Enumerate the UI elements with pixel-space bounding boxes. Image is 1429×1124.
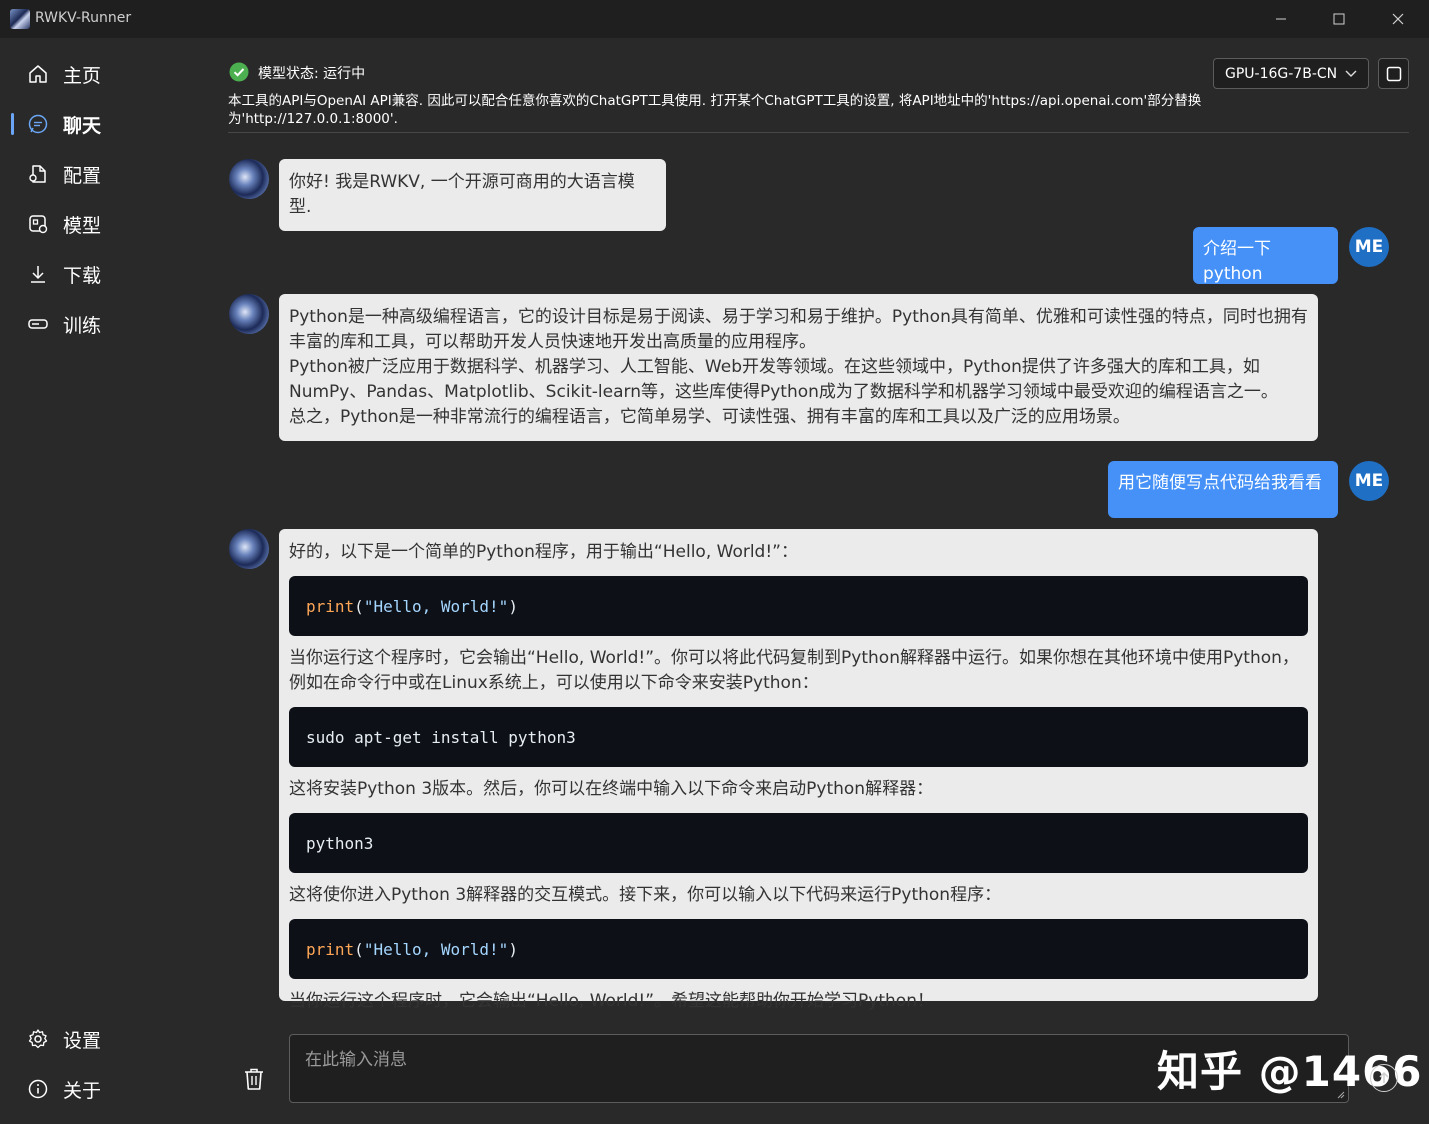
code-block: python3 [289, 813, 1308, 873]
sidebar-item-label: 配置 [63, 164, 102, 187]
message-paragraph: 总之，Python是一种非常流行的编程语言，它简单易学、可读性强、拥有丰富的库和… [289, 407, 1130, 427]
gear-icon [26, 1027, 50, 1051]
chat-icon [26, 112, 50, 136]
square-icon [1386, 66, 1401, 81]
message-paragraph: 这将安装Python 3版本。然后，你可以在终端中输入以下命令来启动Python… [289, 779, 934, 799]
code-line: python3 [306, 833, 374, 853]
sidebar-item-label: 设置 [63, 1029, 102, 1052]
ai-message: Python是一种高级编程语言，它的设计目标是易于阅读、易于学习和易于维护。Py… [279, 294, 1318, 441]
code-token-punct: ) [508, 939, 518, 959]
header-divider [228, 132, 1409, 133]
message-text: 介绍一下python [1203, 239, 1271, 284]
train-icon [26, 312, 50, 336]
arrow-up-icon [1379, 1071, 1389, 1083]
message-paragraph: Python是一种高级编程语言，它的设计目标是易于阅读、易于学习和易于维护。Py… [289, 307, 1308, 352]
api-compat-note: 本工具的API与OpenAI API兼容. 因此可以配合任意你喜欢的ChatGP… [228, 93, 1202, 127]
send-button[interactable] [1370, 1064, 1398, 1092]
sidebar-item-train[interactable]: 训练 [26, 308, 206, 340]
message-paragraph: Python被广泛应用于数据科学、机器学习、人工智能、Web开发等领域。在这些领… [289, 357, 1278, 402]
clear-chat-button[interactable] [240, 1064, 268, 1094]
message-paragraph: 当你运行这个程序时，它会输出“Hello, World!”。希望这能帮助你开始学… [289, 991, 934, 1011]
user-avatar: ME [1349, 227, 1389, 267]
code-token-punct: ( [354, 939, 364, 959]
sidebar-item-label: 主页 [63, 64, 102, 87]
code-line: sudo apt-get install python3 [306, 727, 576, 747]
message-text: 用它随便写点代码给我看看 [1118, 473, 1322, 493]
message-text: 你好! 我是RWKV, 一个开源可商用的大语言模型. [289, 172, 635, 217]
sidebar-item-label: 聊天 [63, 114, 102, 137]
code-token-punct: ) [508, 596, 518, 616]
code-block: print("Hello, World!") [289, 576, 1308, 636]
code-token-function: print [306, 939, 355, 959]
user-message: 介绍一下python [1193, 227, 1338, 284]
ai-message: 你好! 我是RWKV, 一个开源可商用的大语言模型. [279, 159, 666, 231]
info-icon [26, 1077, 50, 1101]
config-icon [26, 162, 50, 186]
code-block: print("Hello, World!") [289, 919, 1308, 979]
sidebar-item-chat[interactable]: 聊天 [26, 108, 206, 140]
app-logo-icon [10, 9, 30, 29]
user-message: 用它随便写点代码给我看看 [1108, 461, 1338, 518]
code-token-string: "Hello, World!" [363, 596, 509, 616]
maximize-icon [1333, 13, 1345, 25]
sidebar-item-label: 关于 [63, 1079, 102, 1102]
sidebar-item-label: 下载 [63, 264, 102, 287]
sidebar-item-settings[interactable]: 设置 [26, 1023, 206, 1055]
download-icon [26, 262, 50, 286]
sidebar-item-model[interactable]: 模型 [26, 208, 206, 240]
close-button[interactable] [1369, 0, 1427, 38]
trash-icon [245, 1068, 263, 1090]
ai-avatar [229, 159, 269, 199]
message-paragraph: 当你运行这个程序时，它会输出“Hello, World!”。你可以将此代码复制到… [289, 648, 1299, 693]
dropdown-selected-value: GPU-16G-7B-CN [1225, 65, 1338, 82]
sidebar-item-home[interactable]: 主页 [26, 58, 206, 90]
code-block: sudo apt-get install python3 [289, 707, 1308, 767]
message-paragraph: 这将使你进入Python 3解释器的交互模式。接下来，你可以输入以下代码来运行P… [289, 885, 1002, 905]
ai-avatar [229, 294, 269, 334]
minimize-icon [1276, 18, 1286, 20]
code-token-punct: ( [354, 596, 364, 616]
sidebar-item-download[interactable]: 下载 [26, 258, 206, 290]
code-token-string: "Hello, World!" [363, 939, 509, 959]
title-bar: RWKV-Runner [0, 0, 1429, 38]
code-token-function: print [306, 596, 355, 616]
toggle-button[interactable] [1378, 58, 1409, 89]
message-paragraph: 好的，以下是一个简单的Python程序，用于输出“Hello, World!”： [289, 542, 798, 562]
sidebar-item-about[interactable]: 关于 [26, 1073, 206, 1105]
sidebar-item-label: 模型 [63, 214, 102, 237]
model-icon [26, 212, 50, 236]
sidebar-item-label: 训练 [63, 314, 102, 337]
ai-avatar [229, 529, 269, 569]
maximize-button[interactable] [1310, 0, 1368, 38]
ai-message: 好的，以下是一个简单的Python程序，用于输出“Hello, World!”：… [279, 529, 1318, 1011]
window-title: RWKV-Runner [35, 10, 132, 26]
close-icon [1392, 13, 1404, 25]
active-nav-indicator [11, 113, 14, 135]
chevron-down-icon [1344, 66, 1358, 84]
model-config-dropdown[interactable]: GPU-16G-7B-CN [1213, 58, 1369, 89]
user-avatar: ME [1349, 461, 1389, 501]
model-status: 模型状态: 运行中 [258, 66, 366, 82]
home-icon [26, 62, 50, 86]
sidebar-item-config[interactable]: 配置 [26, 158, 206, 190]
minimize-button[interactable] [1252, 0, 1310, 38]
status-check-icon [229, 62, 249, 82]
